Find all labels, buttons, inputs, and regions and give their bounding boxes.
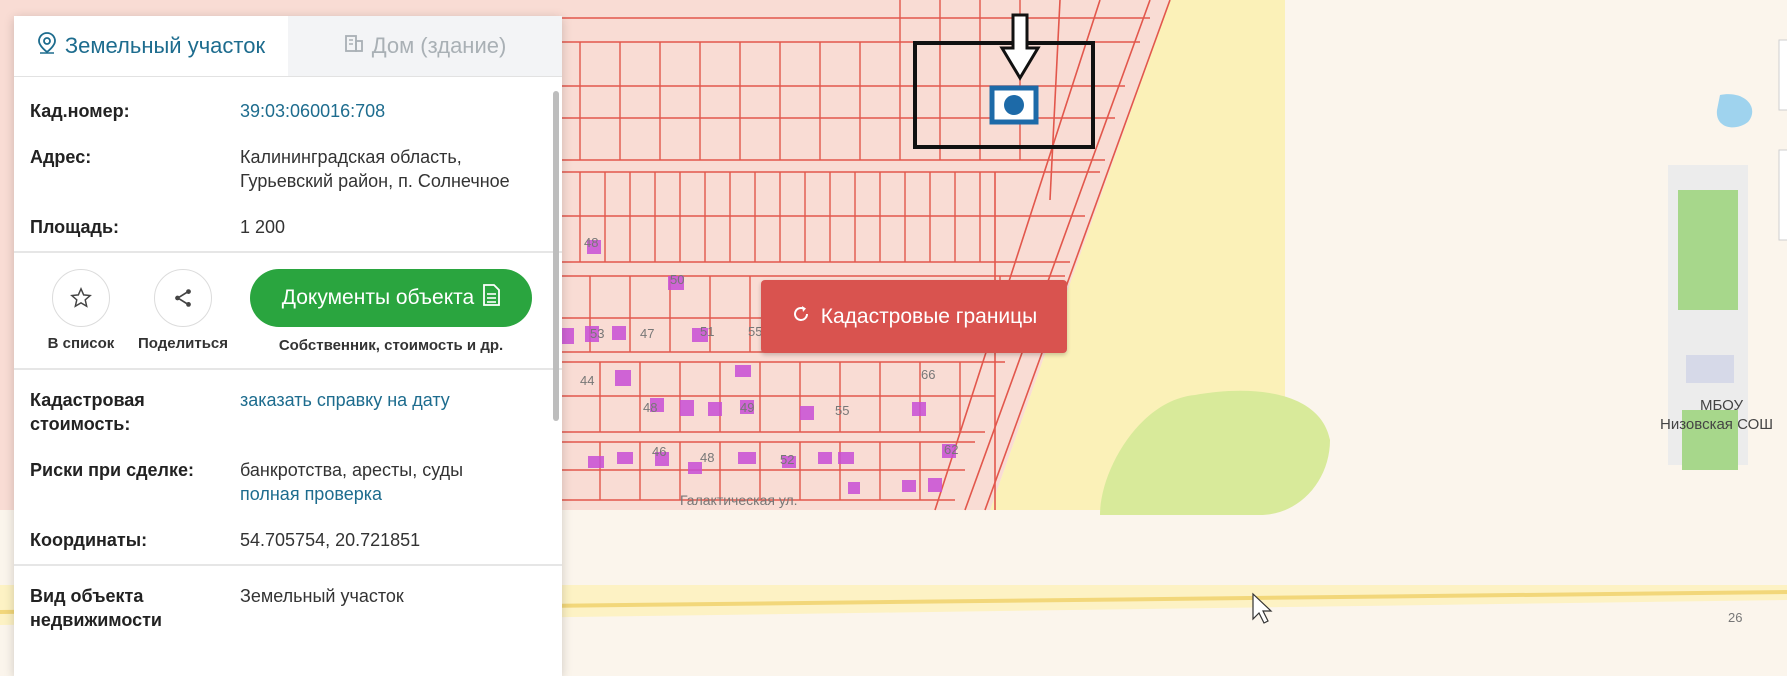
risks-text: банкротства, аресты, суды	[240, 460, 464, 480]
action-bar: В список Поделиться Документы объекта Со…	[30, 257, 546, 364]
school-label: Низовская СОШ	[1660, 416, 1774, 433]
coordinates-value: 54.705754, 20.721851	[240, 530, 421, 550]
house-number: 52	[780, 452, 795, 467]
house-number: 50	[670, 272, 685, 287]
house-number: 44	[580, 373, 595, 388]
documents-button[interactable]: Документы объекта	[250, 269, 532, 327]
tab-label: Дом (здание)	[371, 33, 507, 58]
sports-field-1	[1678, 190, 1738, 310]
risks-row: Риски при сделке: банкротства, аресты, с…	[30, 444, 546, 514]
kad-number-row: Кад.номер: 39:03:060016:708	[30, 77, 546, 131]
kad-number-value[interactable]: 39:03:060016:708	[240, 99, 385, 123]
school-building	[1686, 355, 1734, 383]
map-pin-icon	[37, 32, 57, 60]
cadastral-borders-label: Кадастровые границы	[820, 304, 1038, 328]
documents-label: Документы объекта	[281, 286, 475, 309]
street-label: Галактическая ул.	[680, 492, 798, 508]
order-certificate-link[interactable]: заказать справку на дату	[240, 388, 450, 436]
field-label: Риски при сделке:	[30, 460, 194, 480]
address-line: Гурьевский район, п. Солнечное	[240, 171, 510, 191]
field-label: Координаты:	[30, 530, 148, 550]
share-icon	[154, 269, 212, 327]
add-to-list-button[interactable]: В список	[30, 269, 132, 352]
refresh-icon	[791, 304, 811, 330]
star-icon	[52, 269, 110, 327]
house-number: 48	[700, 450, 715, 465]
coordinates-row: Координаты: 54.705754, 20.721851	[30, 514, 546, 560]
tab-label: Земельный участок	[64, 33, 266, 58]
address-line: Калининградская область,	[240, 147, 462, 167]
field-label: Адрес:	[30, 147, 92, 167]
document-icon	[482, 284, 501, 312]
field-label-line: недвижимости	[30, 610, 162, 630]
field-label: Кад.номер:	[30, 101, 130, 121]
cadastral-cost-row: Кадастровая стоимость: заказать справку …	[30, 374, 546, 444]
full-check-link[interactable]: полная проверка	[240, 482, 463, 506]
address-value: Калининградская область, Гурьевский райо…	[240, 145, 510, 193]
field-label: Площадь:	[30, 217, 120, 237]
address-row: Адрес: Калининградская область, Гурьевск…	[30, 131, 546, 201]
object-type-row: Вид объекта недвижимости Земельный участ…	[30, 570, 546, 640]
tab-land-plot[interactable]: Земельный участок	[14, 16, 288, 76]
house-number: 48	[643, 400, 658, 415]
layer-control[interactable]	[1778, 149, 1787, 241]
house-number: 66	[921, 367, 936, 382]
house-number: 46	[652, 444, 667, 459]
field-label-line: Кадастровая	[30, 390, 145, 410]
building-icon	[344, 33, 364, 59]
parcel-info-card: Земельный участок Дом (здание) Кад.номер…	[14, 16, 562, 676]
house-number: 47	[640, 326, 655, 341]
selected-parcel-marker	[1004, 95, 1024, 115]
house-number: 62	[944, 442, 959, 457]
cadastral-borders-button[interactable]: Кадастровые границы	[761, 280, 1067, 353]
school-label: МБОУ	[1700, 397, 1744, 414]
share-label: Поделиться	[137, 335, 229, 352]
field-label: Вид объекта недвижимости	[30, 584, 240, 632]
divider	[14, 368, 562, 370]
field-label-line: Вид объекта	[30, 586, 144, 606]
house-number: 53	[590, 326, 605, 341]
documents-subtitle: Собственник, стоимость и др.	[278, 337, 504, 354]
field-label: Кадастровая стоимость:	[30, 388, 240, 436]
documents-block: Документы объекта Собственник, стоимость…	[250, 269, 532, 354]
house-number: 26	[1728, 610, 1743, 625]
risks-value: банкротства, аресты, суды полная проверк…	[240, 458, 463, 506]
house-number: 55	[835, 403, 850, 418]
field-label-line: стоимость:	[30, 414, 131, 434]
tab-building[interactable]: Дом (здание)	[288, 16, 562, 76]
card-scrollbar[interactable]	[553, 91, 559, 421]
share-button[interactable]: Поделиться	[132, 269, 234, 352]
zoom-control[interactable]	[1778, 39, 1787, 111]
object-type-value: Земельный участок	[240, 586, 404, 606]
house-number: 51	[700, 324, 715, 339]
divider	[14, 251, 562, 253]
divider	[14, 564, 562, 566]
area-row: Площадь: 1 200	[30, 201, 546, 247]
house-number: 48	[584, 235, 599, 250]
area-value: 1 200	[240, 217, 286, 237]
house-number: 49	[740, 400, 755, 415]
card-tabs: Земельный участок Дом (здание)	[14, 16, 562, 77]
add-to-list-label: В список	[47, 335, 115, 352]
